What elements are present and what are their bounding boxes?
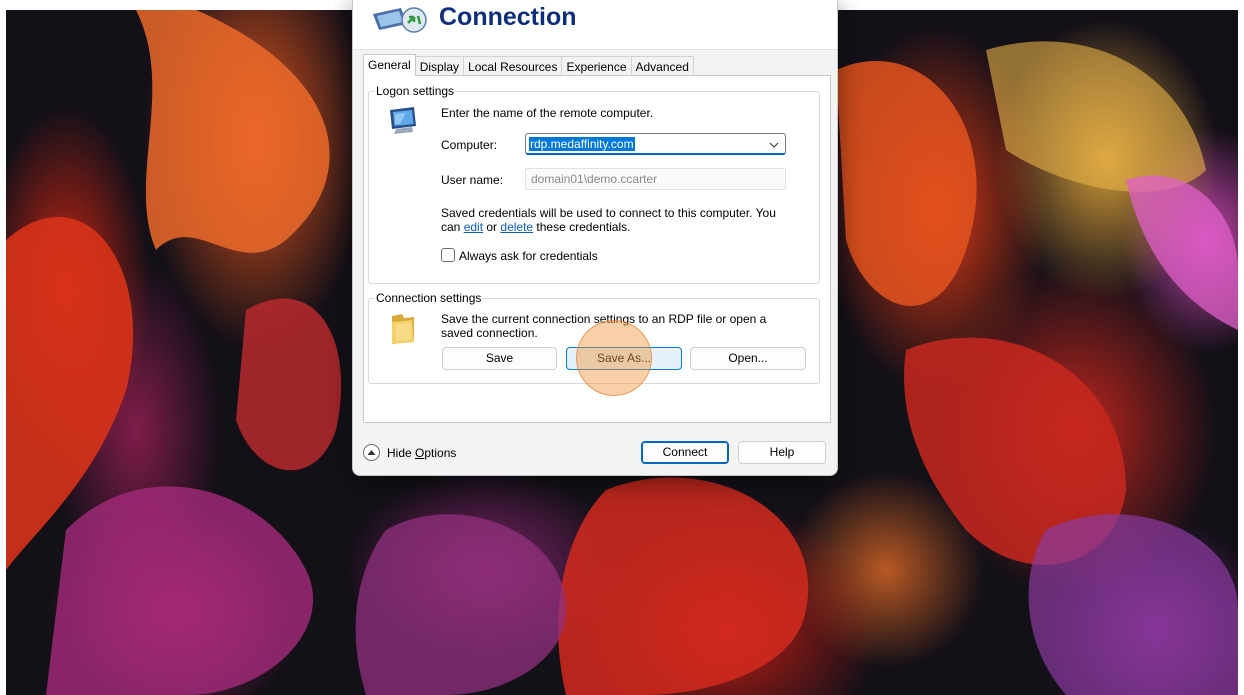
computer-monitor-icon: [386, 106, 420, 136]
always-ask-checkbox[interactable]: [441, 248, 455, 262]
logon-settings-title: Logon settings: [375, 84, 456, 98]
remote-desktop-dialog: Connection General Display Local Resourc…: [352, 0, 838, 476]
hide-options-accelerator: O: [415, 446, 425, 460]
remote-desktop-icon: [371, 2, 429, 36]
credentials-info-line2: can edit or delete these credentials.: [441, 220, 630, 234]
computer-label: Computer:: [441, 138, 498, 152]
click-indicator: [576, 320, 652, 396]
chevron-down-icon[interactable]: [767, 136, 781, 152]
tab-display[interactable]: Display: [414, 56, 465, 76]
username-field[interactable]: domain01\demo.ccarter: [525, 168, 786, 190]
delete-credentials-link[interactable]: delete: [500, 220, 533, 234]
username-label: User name:: [441, 173, 504, 187]
username-value: domain01\demo.ccarter: [531, 172, 658, 186]
hide-options-label[interactable]: Hide Options: [387, 446, 456, 460]
tab-strip: General Display Local Resources Experien…: [363, 54, 694, 76]
help-button[interactable]: Help: [738, 441, 826, 464]
chevron-up-circle-icon[interactable]: [363, 444, 380, 461]
credentials-text-or: or: [483, 220, 501, 234]
dialog-title: Connection: [439, 3, 577, 31]
dialog-banner: Connection: [353, 0, 837, 50]
computer-value: rdp.medaffinity.com: [529, 137, 635, 151]
tab-local-resources[interactable]: Local Resources: [463, 56, 563, 76]
hide-options-suffix: ptions: [424, 446, 457, 460]
tab-general[interactable]: General: [363, 54, 416, 76]
computer-combobox[interactable]: rdp.medaffinity.com: [525, 133, 786, 155]
remote-computer-prompt: Enter the name of the remote computer.: [441, 106, 654, 120]
connection-settings-title: Connection settings: [375, 291, 483, 305]
folder-icon: [388, 312, 418, 346]
edit-credentials-link[interactable]: edit: [464, 220, 483, 234]
credentials-text-can: can: [441, 220, 464, 234]
open-button[interactable]: Open...: [690, 347, 806, 370]
credentials-text-these: these credentials.: [533, 220, 631, 234]
credentials-info-line1: Saved credentials will be used to connec…: [441, 206, 776, 220]
tab-advanced[interactable]: Advanced: [630, 56, 694, 76]
hide-options-prefix: Hide: [387, 446, 416, 460]
always-ask-label[interactable]: Always ask for credentials: [459, 249, 598, 263]
connect-button[interactable]: Connect: [641, 441, 729, 464]
connection-info-line2: saved connection.: [441, 326, 538, 340]
tab-experience[interactable]: Experience: [561, 56, 632, 76]
save-button[interactable]: Save: [442, 347, 557, 370]
